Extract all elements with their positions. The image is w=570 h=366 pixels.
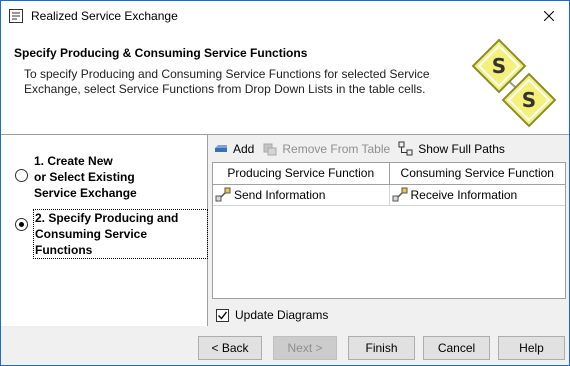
update-diagrams-label: Update Diagrams xyxy=(235,308,329,322)
step-1-radio[interactable] xyxy=(15,169,28,182)
show-full-paths-label: Show Full Paths xyxy=(418,142,505,156)
column-header-producing[interactable]: Producing Service Function xyxy=(213,163,390,185)
close-button[interactable] xyxy=(529,1,569,32)
help-button[interactable]: Help xyxy=(498,336,565,360)
wizard-header: Specify Producing & Consuming Service Fu… xyxy=(1,32,569,135)
step-2-radio[interactable] xyxy=(15,218,28,231)
svg-text:S: S xyxy=(522,88,536,112)
close-icon xyxy=(543,10,555,24)
title-bar: Realized Service Exchange xyxy=(1,1,569,32)
step-2[interactable]: 2. Specify Producing and Consuming Servi… xyxy=(15,209,208,259)
service-function-icon xyxy=(215,187,231,203)
cancel-button[interactable]: Cancel xyxy=(423,336,490,360)
add-label: Add xyxy=(233,142,255,156)
column-header-consuming[interactable]: Consuming Service Function xyxy=(389,163,565,185)
wizard-footer: < Back Next > Finish Cancel Help xyxy=(1,326,569,365)
producing-value: Send Information xyxy=(234,187,326,202)
service-functions-table: Producing Service Function Consuming Ser… xyxy=(212,162,566,299)
table-toolbar: Add Remove From Table Show Full Paths xyxy=(213,139,513,159)
window-title: Realized Service Exchange xyxy=(31,9,178,23)
dialog-window: Realized Service Exchange Specify Produc… xyxy=(0,0,570,366)
next-button[interactable]: Next > xyxy=(273,336,337,360)
update-diagrams-checkbox[interactable] xyxy=(216,308,229,322)
remove-from-table-button[interactable]: Remove From Table xyxy=(262,141,390,157)
header-title: Specify Producing & Consuming Service Fu… xyxy=(14,46,308,60)
step-1-label: 1. Create New or Select Existing Service… xyxy=(34,154,137,200)
app-icon xyxy=(9,9,23,23)
table-header-row: Producing Service Function Consuming Ser… xyxy=(213,163,565,185)
svg-text:S: S xyxy=(492,54,506,78)
remove-label: Remove From Table xyxy=(282,142,391,156)
table-row[interactable]: Send Information Receive Information xyxy=(213,184,565,206)
wizard-content: Add Remove From Table Show Full Paths Pr… xyxy=(209,135,569,326)
service-function-icon xyxy=(392,187,408,203)
add-button[interactable]: Add xyxy=(213,141,254,157)
step-2-label: 2. Specify Producing and Consuming Servi… xyxy=(33,209,208,259)
consuming-cell[interactable]: Receive Information xyxy=(389,184,565,206)
show-full-paths-button[interactable]: Show Full Paths xyxy=(398,141,505,157)
wizard-steps-panel: 1. Create New or Select Existing Service… xyxy=(1,135,208,326)
consuming-value: Receive Information xyxy=(410,187,518,202)
checkmark-icon xyxy=(218,311,228,320)
tree-paths-icon xyxy=(398,141,414,157)
update-diagrams-option[interactable]: Update Diagrams xyxy=(216,308,328,322)
service-exchange-logo: S S xyxy=(471,38,557,130)
back-button[interactable]: < Back xyxy=(198,336,262,360)
finish-button[interactable]: Finish xyxy=(348,336,415,360)
add-icon xyxy=(213,141,229,157)
remove-icon xyxy=(262,141,278,157)
step-1[interactable]: 1. Create New or Select Existing Service… xyxy=(15,153,137,201)
header-description: To specify Producing and Consuming Servi… xyxy=(24,67,430,96)
producing-cell[interactable]: Send Information xyxy=(213,184,390,206)
